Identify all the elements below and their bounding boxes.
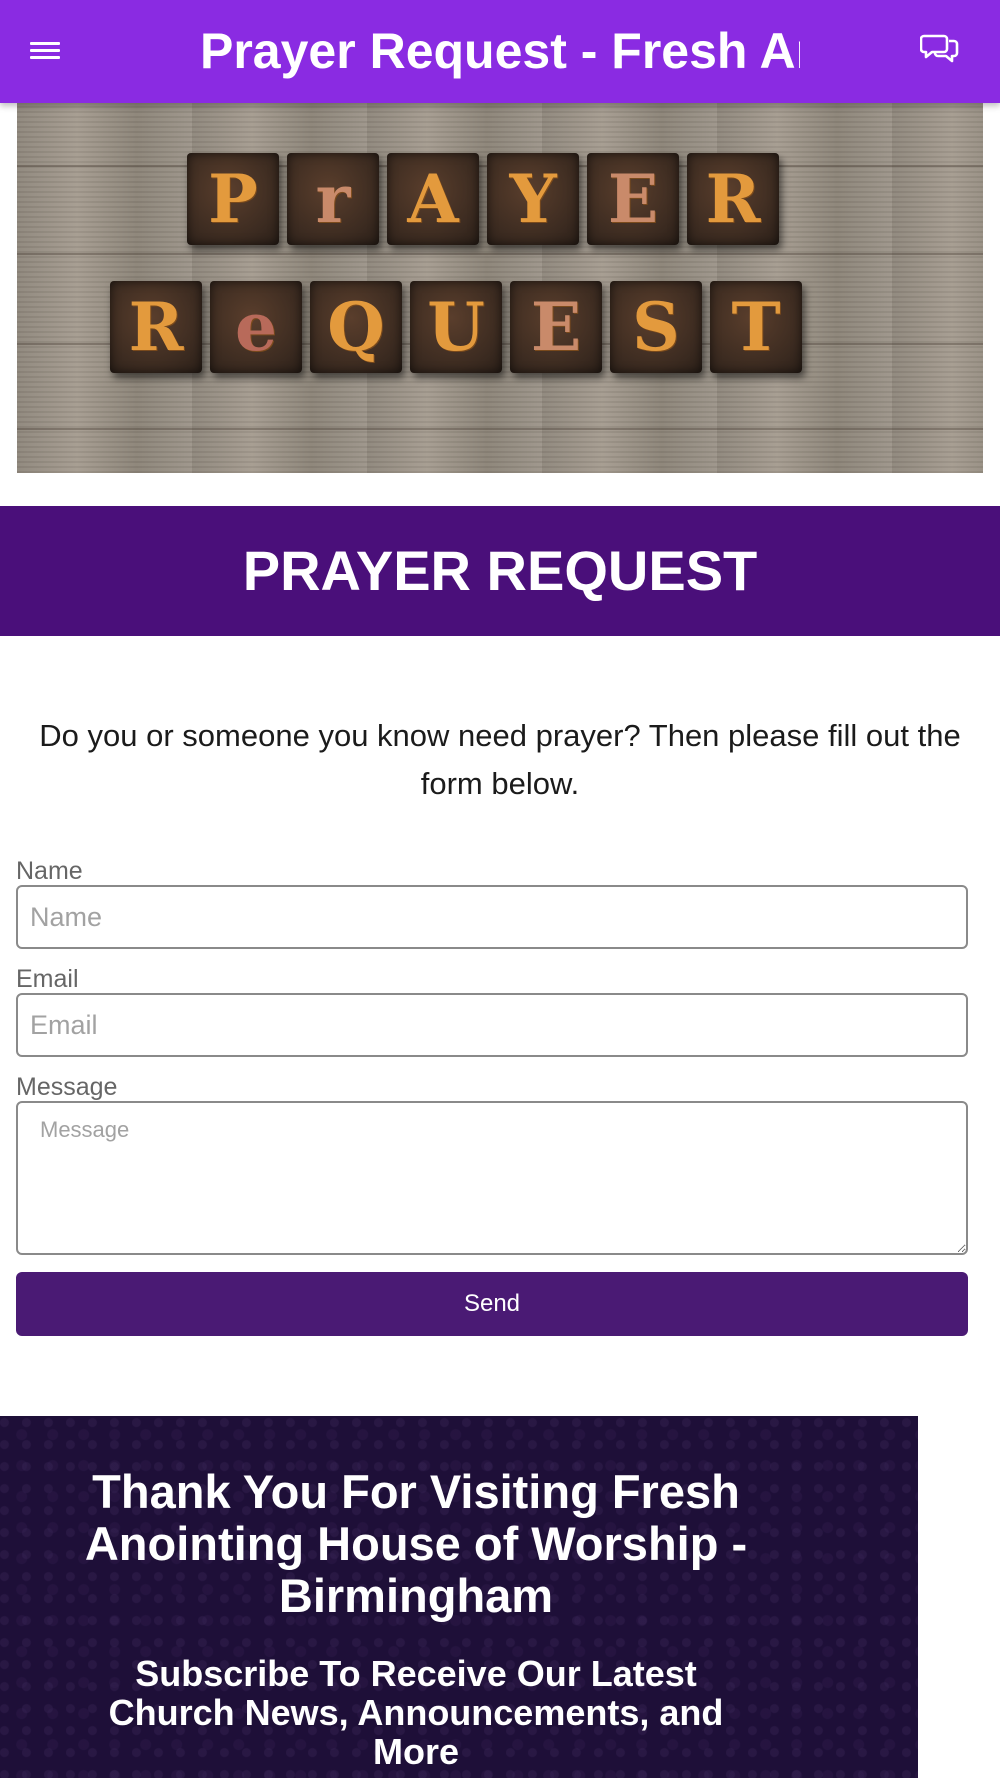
prayer-request-hero-image: P r A Y E R R e Q U E S T <box>17 103 983 473</box>
section-banner: PRAYER REQUEST <box>0 506 1000 636</box>
email-label: Email <box>16 965 79 993</box>
message-label: Message <box>16 1073 118 1101</box>
name-field[interactable] <box>16 885 968 949</box>
hero-letter-tile: E <box>510 281 602 373</box>
footer-subtitle: Subscribe To Receive Our Latest Church N… <box>108 1653 724 1772</box>
send-button[interactable]: Send <box>16 1272 968 1336</box>
footer-title: Thank You For Visiting Fresh Anointing H… <box>84 1465 748 1622</box>
hero-word-prayer: P r A Y E R <box>187 153 779 245</box>
app-bar: Prayer Request - Fresh Anointing House o… <box>0 0 1000 103</box>
hero-letter-tile: T <box>710 281 802 373</box>
hero-letter-tile: S <box>610 281 702 373</box>
email-field[interactable] <box>16 993 968 1057</box>
hero-letter-tile: r <box>287 153 379 245</box>
hero-letter-tile: U <box>410 281 502 373</box>
hero-letter-tile: e <box>210 281 302 373</box>
hero-letter-tile: A <box>387 153 479 245</box>
chat-bubbles-icon[interactable] <box>919 30 960 66</box>
hero-letter-tile: E <box>587 153 679 245</box>
footer-subscribe-section: Thank You For Visiting Fresh Anointing H… <box>0 1416 918 1778</box>
hero-letter-tile: P <box>187 153 279 245</box>
intro-text: Do you or someone you know need prayer? … <box>39 718 961 801</box>
app-title: Prayer Request - Fresh Anointing House o… <box>200 23 800 79</box>
hero-letter-tile: Q <box>310 281 402 373</box>
hamburger-menu-icon[interactable] <box>30 38 62 64</box>
hero-letter-tile: Y <box>487 153 579 245</box>
message-field[interactable] <box>16 1101 968 1255</box>
page-heading: PRAYER REQUEST <box>242 539 758 602</box>
hero-word-request: R e Q U E S T <box>110 281 802 373</box>
name-label: Name <box>16 857 83 885</box>
hero-letter-tile: R <box>110 281 202 373</box>
hero-letter-tile: R <box>687 153 779 245</box>
